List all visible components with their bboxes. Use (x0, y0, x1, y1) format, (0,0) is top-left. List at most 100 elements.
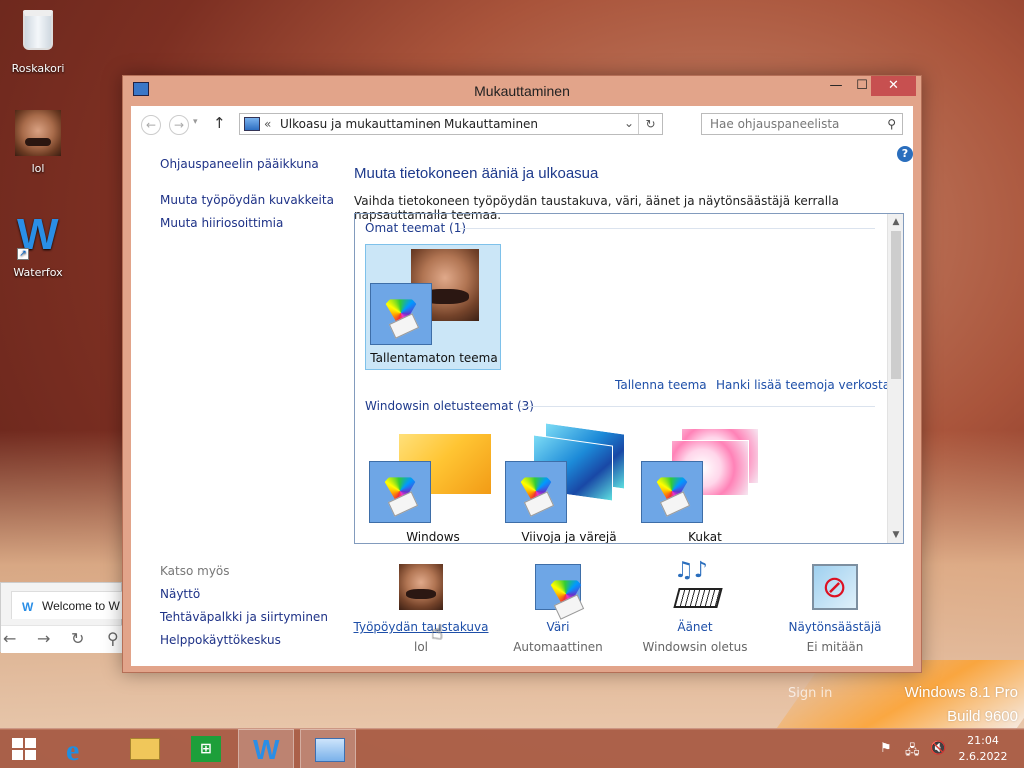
refresh-icon[interactable]: ↻ (638, 114, 662, 134)
my-themes-heading: Omat teemat (1) (365, 221, 467, 235)
waterfox-icon: W (253, 734, 280, 765)
taskbar-clock[interactable]: 21:04 2.6.2022 (948, 733, 1018, 765)
color-palette-icon (641, 461, 703, 523)
taskbar: e ⊞ W ⚑ 🖧 🔇 21:04 2.6.2022 (0, 728, 1024, 768)
theme-name: Kukat (688, 530, 722, 544)
hand-cursor-icon: ☝ (431, 620, 444, 644)
action-center-flag-icon[interactable]: ⚑ (880, 741, 892, 756)
browser-tab[interactable]: W Welcome to W (11, 591, 123, 619)
up-button[interactable]: ↑ (213, 114, 226, 132)
sounds-icon (672, 558, 718, 610)
taskbar-waterfox[interactable]: W (238, 729, 294, 768)
screensaver-value: Ei mitään (806, 640, 864, 654)
nav-change-mouse-pointers[interactable]: Muuta hiiriosoittimia (160, 216, 283, 230)
forward-icon[interactable]: → (37, 629, 50, 648)
control-panel-icon (315, 738, 345, 762)
desktop-background-link[interactable]: Työpöydän taustakuva (351, 620, 491, 634)
taskbar-file-explorer[interactable] (116, 729, 172, 768)
start-button[interactable] (0, 729, 56, 768)
file-explorer-icon (130, 738, 160, 760)
close-button[interactable]: ✕ (871, 76, 916, 96)
clock-time: 21:04 (967, 734, 999, 747)
screensaver-setting[interactable]: Näytönsäästäjä Ei mitään (765, 564, 905, 654)
browser-window-peek[interactable]: W Welcome to W ← → ↻ ⚲ (0, 582, 123, 653)
waterfox-icon: W (22, 600, 34, 614)
start-icon (12, 738, 36, 760)
reload-icon[interactable]: ↻ (71, 629, 84, 648)
breadcrumb-appearance[interactable]: Ulkoasu ja mukauttaminen (280, 117, 441, 131)
vertical-scrollbar[interactable]: ▲ ▼ (887, 214, 903, 543)
internet-explorer-icon: e (66, 734, 80, 767)
address-box[interactable]: « Ulkoasu ja mukauttaminen › Mukauttamin… (239, 113, 663, 135)
desktop-icon-waterfox[interactable]: ↗ Waterfox (0, 210, 76, 279)
back-icon[interactable]: ← (3, 629, 16, 648)
color-palette-icon (370, 283, 432, 345)
recent-locations-icon[interactable]: ▾ (193, 117, 198, 127)
theme-name: Viivoja ja värejä (521, 530, 617, 544)
theme-tile-flowers[interactable]: Kukat (637, 424, 773, 544)
back-button[interactable]: ← (141, 115, 161, 135)
minimize-button[interactable]: — (823, 76, 849, 96)
os-watermark-build: Build 9600 (947, 708, 1018, 725)
color-link[interactable]: Väri (488, 620, 628, 634)
desktop-background-setting[interactable]: Työpöydän taustakuva lol (351, 564, 491, 654)
chevron-down-icon[interactable]: ⌄ (624, 116, 634, 130)
color-value: Automaattinen (513, 640, 603, 654)
default-themes-heading: Windowsin oletusteemat (3) (365, 399, 534, 413)
see-also-title: Katso myös (160, 564, 230, 578)
taskbar-internet-explorer[interactable]: e (54, 729, 110, 768)
scroll-down-icon[interactable]: ▼ (888, 527, 903, 543)
window-client-area: ← → ▾ ↑ « Ulkoasu ja mukauttaminen › Muk… (131, 106, 913, 666)
os-watermark-edition: Windows 8.1 Pro (904, 684, 1018, 701)
see-also-taskbar[interactable]: Tehtäväpalkki ja siirtyminen (160, 610, 328, 624)
desktop-background-value: lol (413, 640, 428, 654)
sounds-link[interactable]: Äänet (625, 620, 765, 634)
color-setting[interactable]: Väri Automaattinen (488, 564, 628, 654)
nav-control-panel-home[interactable]: Ohjauspaneelin pääikkuna (160, 157, 319, 171)
see-also-display[interactable]: Näyttö (160, 587, 200, 601)
page-title: Muuta tietokoneen ääniä ja ulkoasua (354, 165, 599, 182)
help-icon[interactable]: ? (897, 146, 913, 162)
theme-tile-unsaved[interactable]: Tallentamaton teema (365, 244, 501, 370)
taskbar-store[interactable]: ⊞ (178, 729, 234, 768)
waterfox-icon: ↗ (15, 210, 61, 260)
scroll-up-icon[interactable]: ▲ (888, 214, 903, 230)
save-theme-link[interactable]: Tallenna teema (615, 378, 707, 392)
theme-list[interactable]: Omat teemat (1) Tallentamaton teema Tall… (354, 213, 904, 544)
address-bar-row: ← → ▾ ↑ « Ulkoasu ja mukauttaminen › Muk… (131, 106, 913, 142)
search-icon[interactable]: ⚲ (107, 629, 119, 648)
see-also-ease-of-access[interactable]: Helppokäyttökeskus (160, 633, 281, 647)
desktop-icon-recycle-bin[interactable]: Roskakori (0, 6, 76, 75)
breadcrumb-overflow[interactable]: « (264, 117, 271, 131)
personalization-window: Mukauttaminen — ☐ ✕ ← → ▾ ↑ « Ulkoasu ja… (122, 75, 922, 673)
taskbar-control-panel[interactable] (300, 729, 356, 768)
network-icon[interactable]: 🖧 (905, 741, 920, 763)
volume-muted-icon[interactable]: 🔇 (930, 741, 946, 756)
group-divider (460, 228, 875, 229)
recycle-bin-icon (23, 10, 53, 50)
screensaver-link[interactable]: Näytönsäästäjä (765, 620, 905, 634)
scroll-thumb[interactable] (891, 231, 901, 379)
forward-button[interactable]: → (169, 115, 189, 135)
sounds-setting[interactable]: Äänet Windowsin oletus (625, 558, 765, 654)
breadcrumb-personalization[interactable]: Mukauttaminen (444, 117, 538, 131)
group-divider (520, 406, 875, 407)
desktop-icon-lol[interactable]: lol (0, 110, 76, 175)
clock-date: 2.6.2022 (958, 750, 1008, 763)
theme-tile-lines-and-colors[interactable]: Viivoja ja värejä (501, 422, 637, 544)
theme-tile-windows[interactable]: Windows (365, 424, 501, 544)
color-palette-icon (535, 564, 581, 610)
search-input[interactable]: Hae ohjauspaneelista ⚲ (701, 113, 903, 135)
screensaver-icon (812, 564, 858, 610)
control-panel-icon (244, 117, 260, 131)
wallpaper-icon (399, 564, 443, 610)
sounds-value: Windowsin oletus (642, 640, 748, 654)
title-bar[interactable]: Mukauttaminen — ☐ ✕ (123, 76, 921, 106)
get-more-themes-link[interactable]: Hanki lisää teemoja verkosta (716, 378, 890, 392)
nav-change-desktop-icons[interactable]: Muuta työpöydän kuvakkeita (160, 193, 334, 207)
breadcrumb-separator[interactable]: › (430, 117, 435, 131)
search-placeholder: Hae ohjauspaneelista (710, 117, 840, 131)
search-icon[interactable]: ⚲ (887, 117, 896, 131)
store-icon: ⊞ (191, 736, 221, 762)
theme-name: Windows (406, 530, 460, 544)
